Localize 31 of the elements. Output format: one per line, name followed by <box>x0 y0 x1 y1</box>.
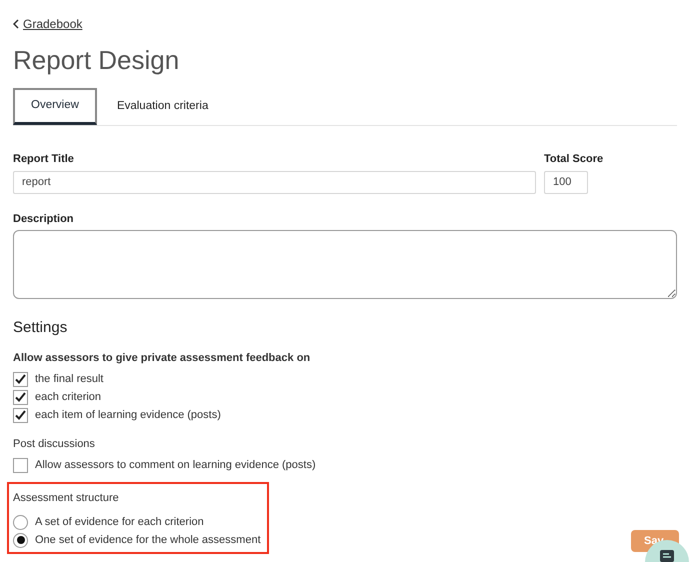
tab[interactable]: Overview <box>13 88 97 125</box>
radio-button[interactable] <box>13 532 28 548</box>
section-heading: Settings <box>13 318 68 338</box>
checkbox-label: Allow assessors to comment on learning evidence (posts) <box>35 458 316 474</box>
radio-button[interactable] <box>13 514 28 530</box>
checkbox[interactable] <box>13 372 28 386</box>
group-label: Allow assessors to give private assessment feedback on <box>13 350 312 366</box>
tab[interactable]: Evaluation criteria <box>96 88 228 125</box>
checkbox[interactable] <box>13 458 28 473</box>
page-title: Report Design <box>13 45 180 75</box>
radio-label: A set of evidence for each criterion <box>35 514 204 530</box>
field-label: Total Score <box>544 152 604 167</box>
checkmark-icon <box>15 374 26 384</box>
total-score-field[interactable]: 100 <box>544 170 588 194</box>
group-label: Assessment structure <box>13 490 120 506</box>
field-label: Description <box>13 212 75 226</box>
back-link[interactable]: Gradebook <box>13 15 82 33</box>
description-field[interactable] <box>13 230 677 299</box>
checkbox[interactable] <box>13 390 28 404</box>
checkbox-label: each item of learning evidence (posts) <box>35 408 221 423</box>
chevron-left-icon <box>13 19 19 29</box>
checkbox-label: the final result <box>35 372 104 387</box>
checkmark-icon <box>15 392 26 402</box>
group-label: Post discussions <box>13 437 96 452</box>
checkbox-label: each criterion <box>35 390 102 405</box>
report-title-field[interactable]: report <box>13 170 536 194</box>
radio-label: One set of evidence for the whole assessment <box>35 532 261 548</box>
checkmark-icon <box>15 410 26 420</box>
field-label: Report Title <box>13 152 75 167</box>
chat-icon <box>660 550 674 562</box>
checkbox[interactable] <box>13 408 28 422</box>
